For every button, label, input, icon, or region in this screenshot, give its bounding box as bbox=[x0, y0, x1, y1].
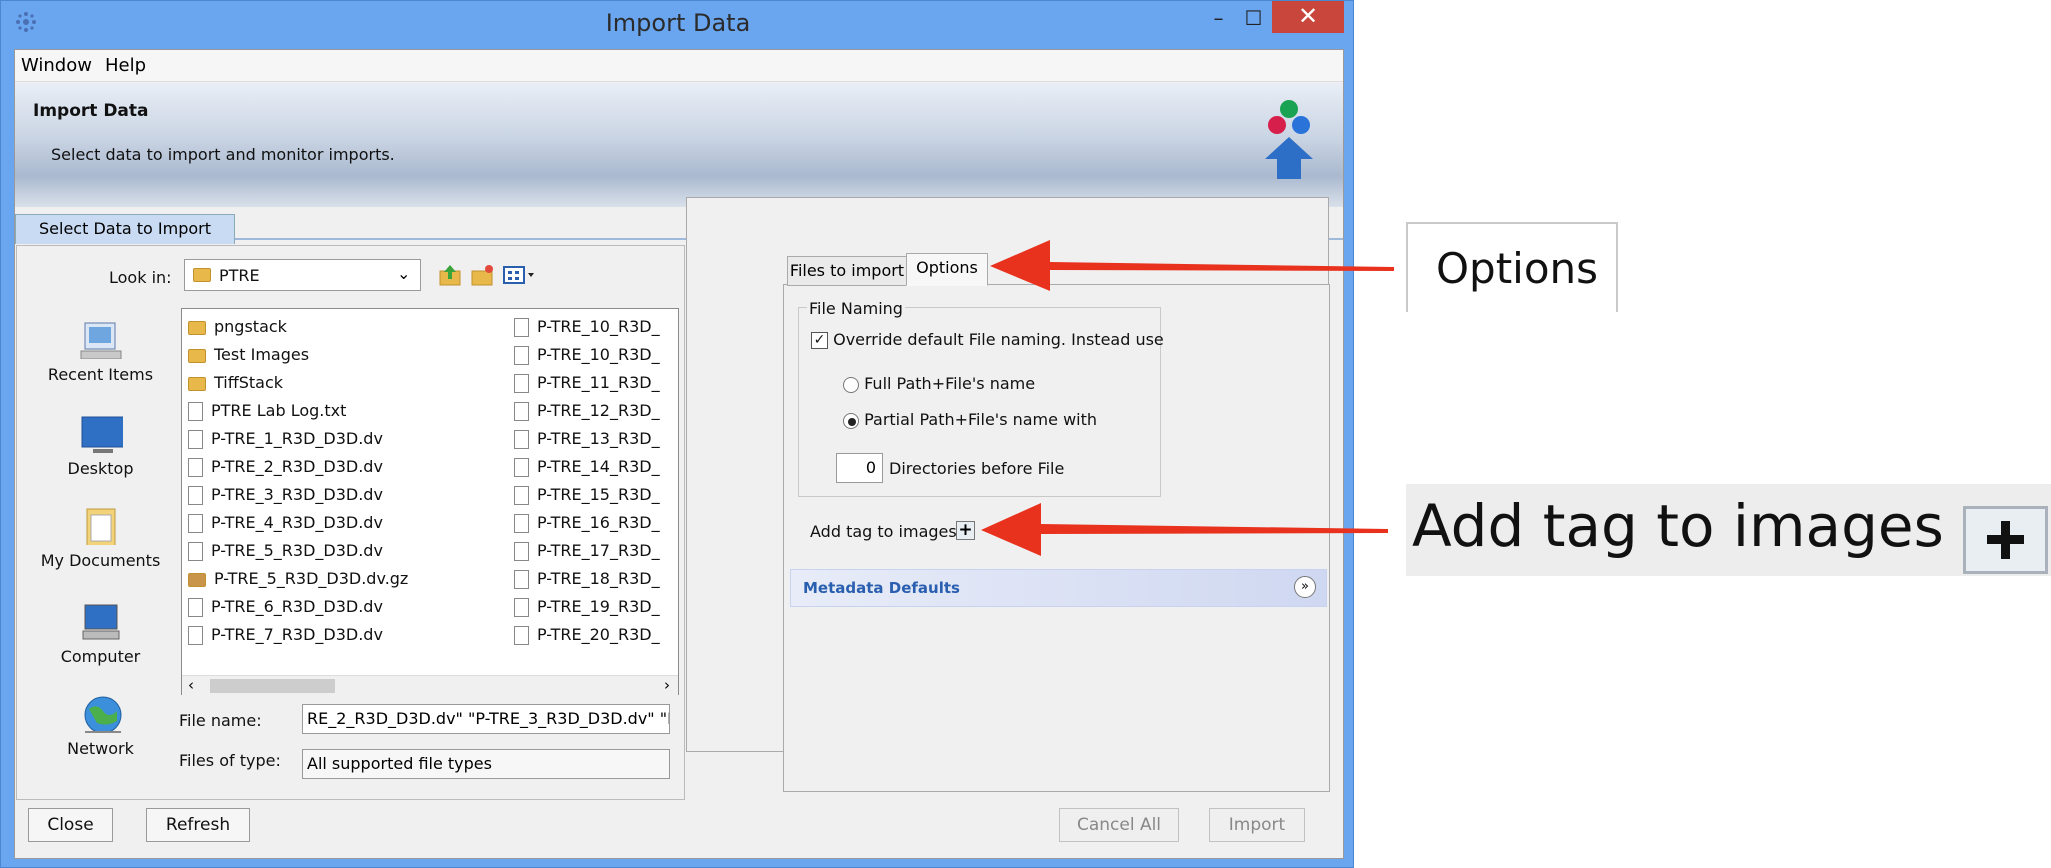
annotation-arrows bbox=[981, 240, 1394, 556]
arrow-options-icon bbox=[990, 240, 1394, 291]
arrow-add-tag-icon bbox=[981, 503, 1388, 556]
arrow-to-add-tag bbox=[981, 503, 1388, 556]
arrow-to-options-tab bbox=[990, 240, 1394, 291]
